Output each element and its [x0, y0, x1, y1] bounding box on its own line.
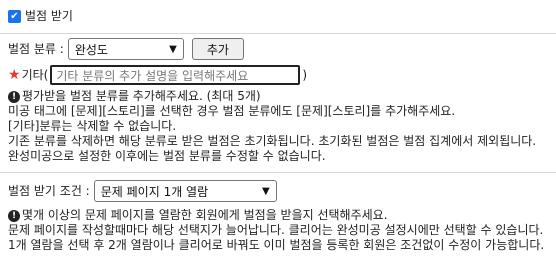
category-note-4: 기존 분류를 삭제하면 해당 분류로 받은 벌점은 초기화됩니다. 초기화된 벌…: [8, 134, 537, 148]
category-note-3: [기타]분류는 삭제할 수 없습니다.: [8, 119, 177, 133]
category-select-value: 완성도: [74, 42, 108, 57]
category-note-2: 미공 태그에 [문제][스토리]를 선택한 경우 벌점 분류에도 [문제][스토…: [8, 104, 456, 118]
condition-note-1: ! 몇개 이상의 문제 페이지를 열람한 회원에게 벌점을 받을지 선택해주세요…: [8, 208, 553, 223]
info-icon: !: [8, 90, 20, 103]
category-note-1: ! 평가받을 벌점 분류를 추가해주세요. (최대 5개): [8, 89, 553, 104]
checkmark-icon: ✔: [10, 11, 19, 22]
receive-penalty-checkbox[interactable]: ✔: [8, 10, 21, 23]
category-note-text: 평가받을 벌점 분류를 추가해주세요. (최대 5개): [22, 89, 261, 103]
etc-close-paren: ): [302, 67, 308, 82]
category-label: 벌점 분류 :: [8, 41, 64, 56]
add-category-button[interactable]: 추가: [191, 38, 244, 60]
star-icon: ★: [8, 67, 21, 83]
category-notes: ! 평가받을 벌점 분류를 추가해주세요. (최대 5개) 미공 태그에 [문제…: [8, 89, 553, 164]
receive-penalty-row: ✔ 벌점 받기: [0, 0, 556, 34]
condition-note-text: 몇개 이상의 문제 페이지를 열람한 회원에게 벌점을 받을지 선택해주세요.: [22, 208, 388, 222]
chevron-down-icon: ▼: [169, 43, 177, 55]
receive-penalty-label[interactable]: 벌점 받기: [25, 9, 73, 24]
condition-label: 벌점 받기 조건 :: [8, 183, 90, 198]
condition-select-value: 문제 페이지 1개 열람: [100, 184, 209, 199]
section-divider: [0, 172, 556, 173]
info-icon: !: [8, 209, 20, 222]
category-select[interactable]: 완성도 ▼: [67, 38, 184, 60]
category-note-5: 완성미공으로 설정한 이후에는 벌점 분류를 수정할 수 없습니다.: [8, 149, 326, 163]
etc-description-input[interactable]: 기타 분류의 추가 설명을 입력해주세요: [50, 65, 301, 85]
chevron-down-icon: ▼: [262, 185, 270, 197]
condition-notes: ! 몇개 이상의 문제 페이지를 열람한 회원에게 벌점을 받을지 선택해주세요…: [8, 208, 553, 253]
condition-row: 벌점 받기 조건 : 문제 페이지 1개 열람 ▼: [8, 180, 553, 202]
condition-select[interactable]: 문제 페이지 1개 열람 ▼: [93, 180, 277, 202]
category-section: 벌점 분류 : 완성도 ▼ 추가 ★ 기타 ( 기타 분류의 추가 설명을 입력…: [8, 38, 553, 164]
etc-label: 기타: [21, 67, 44, 82]
etc-description-placeholder: 기타 분류의 추가 설명을 입력해주세요: [56, 68, 249, 83]
condition-note-3: 1개 열람을 선택 후 2개 열람이나 클리어로 바꿔도 이미 벌점을 등록한 …: [8, 238, 545, 252]
etc-row: ★ 기타 ( 기타 분류의 추가 설명을 입력해주세요 ): [8, 65, 553, 85]
penalty-settings-panel: ✔ 벌점 받기 벌점 분류 : 완성도 ▼ 추가 ★ 기타 ( 기타 분류의 추…: [0, 0, 556, 267]
etc-open-paren: (: [43, 67, 49, 82]
condition-section: 벌점 받기 조건 : 문제 페이지 1개 열람 ▼ ! 몇개 이상의 문제 페이…: [8, 180, 553, 253]
condition-note-2: 문제 페이지를 작성할때마다 해당 선택지가 늘어납니다. 클리어는 완성미공 …: [8, 223, 544, 237]
category-row: 벌점 분류 : 완성도 ▼ 추가: [8, 38, 553, 60]
